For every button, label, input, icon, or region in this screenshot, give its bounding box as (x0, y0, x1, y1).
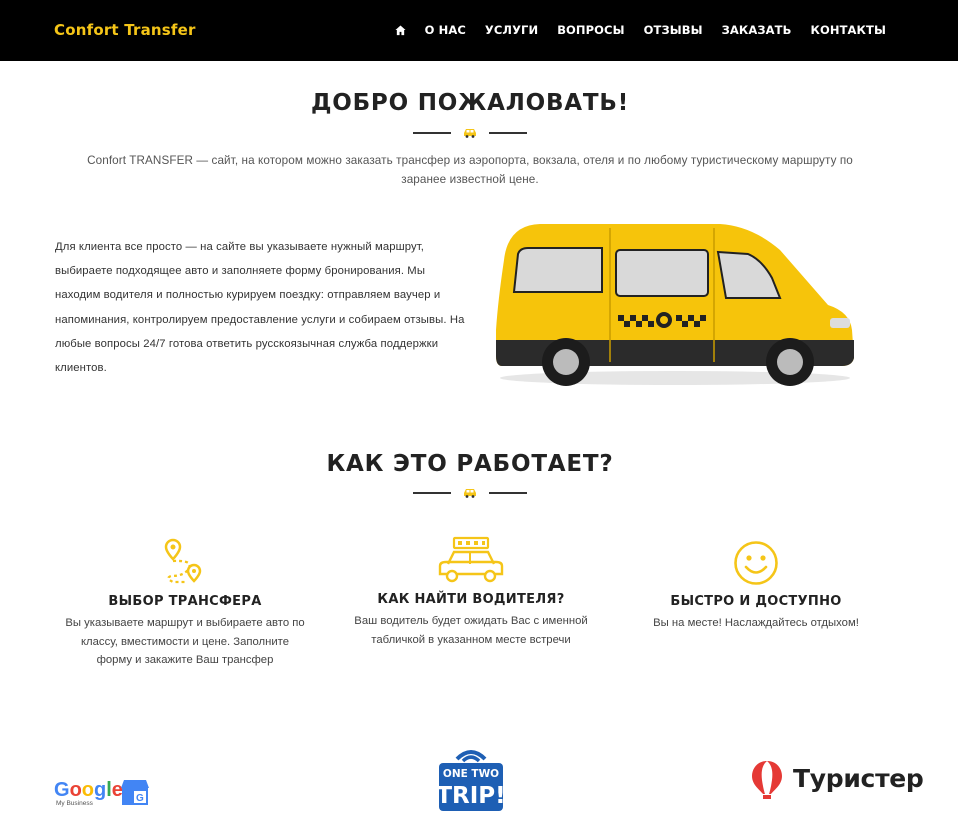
google-icon: Google My Business G (54, 779, 149, 807)
yellow-van-image (496, 224, 854, 386)
welcome-intro: Confort TRANSFER — сайт, на котором можн… (87, 154, 853, 186)
svg-text:My Business: My Business (56, 800, 94, 807)
google-my-business-logo[interactable]: Google My Business G (54, 776, 154, 808)
feature-find-driver: КАК НАЙТИ ВОДИТЕЛЯ? Ваш водитель будет о… (351, 536, 591, 649)
main-nav: О НАС УСЛУГИ ВОПРОСЫ ОТЗЫВЫ ЗАКАЗАТЬ КОН… (395, 23, 886, 37)
welcome-title: ДОБРО ПОЖАЛОВАТЬ! (310, 90, 630, 116)
nav-home-link[interactable] (395, 24, 406, 36)
feature-text: Вы на месте! Наслаждайтесь отдыхом! (653, 617, 859, 629)
feature-text: Вы указываете маршрут и выбираете авто п… (65, 617, 305, 666)
turister-logo[interactable]: Туристер (793, 764, 924, 793)
smiley-icon (734, 541, 778, 585)
taxi-icon (438, 536, 504, 583)
feature-choose-transfer: ВЫБОР ТРАНСФЕРА Вы указываете маршрут и … (65, 538, 305, 670)
nav-contacts[interactable]: КОНТАКТЫ (810, 23, 886, 37)
onetwotrip-logo[interactable]: ONE TWO TRIP! (436, 747, 506, 813)
nav-order[interactable]: ЗАКАЗАТЬ (722, 23, 792, 37)
route-pin-icon (164, 538, 202, 584)
how-title: КАК ЭТО РАБОТАЕТ? (326, 451, 614, 477)
feature-title: КАК НАЙТИ ВОДИТЕЛЯ? (377, 592, 565, 607)
brand-logo[interactable]: Confort Transfer (54, 21, 196, 39)
how-divider (0, 487, 940, 499)
onetwotrip-line1: ONE TWO (443, 768, 499, 780)
svg-text:G: G (136, 793, 144, 804)
nav-about[interactable]: О НАС (425, 23, 466, 37)
feature-title: ВЫБОР ТРАНСФЕРА (108, 594, 262, 609)
onetwotrip-line2: TRIP! (437, 783, 505, 809)
car-icon (464, 129, 476, 138)
nav-reviews[interactable]: ОТЗЫВЫ (644, 23, 703, 37)
feature-fast-affordable: БЫСТРО И ДОСТУПНО Вы на месте! Наслаждай… (636, 540, 876, 633)
welcome-divider (0, 127, 940, 139)
welcome-body: Для клиента все просто — на сайте вы ука… (55, 241, 465, 375)
feature-title: БЫСТРО И ДОСТУПНО (670, 594, 842, 609)
car-icon (464, 489, 476, 498)
onetwotrip-icon: ONE TWO TRIP! (436, 750, 506, 811)
top-navbar: Confort Transfer О НАС УСЛУГИ ВОПРОСЫ ОТ… (0, 0, 958, 61)
feature-text: Ваш водитель будет ожидать Вас с именной… (354, 615, 588, 646)
nav-services[interactable]: УСЛУГИ (485, 23, 538, 37)
nav-faq[interactable]: ВОПРОСЫ (557, 23, 624, 37)
svg-text:Google: Google (54, 779, 123, 801)
home-icon (395, 24, 406, 35)
